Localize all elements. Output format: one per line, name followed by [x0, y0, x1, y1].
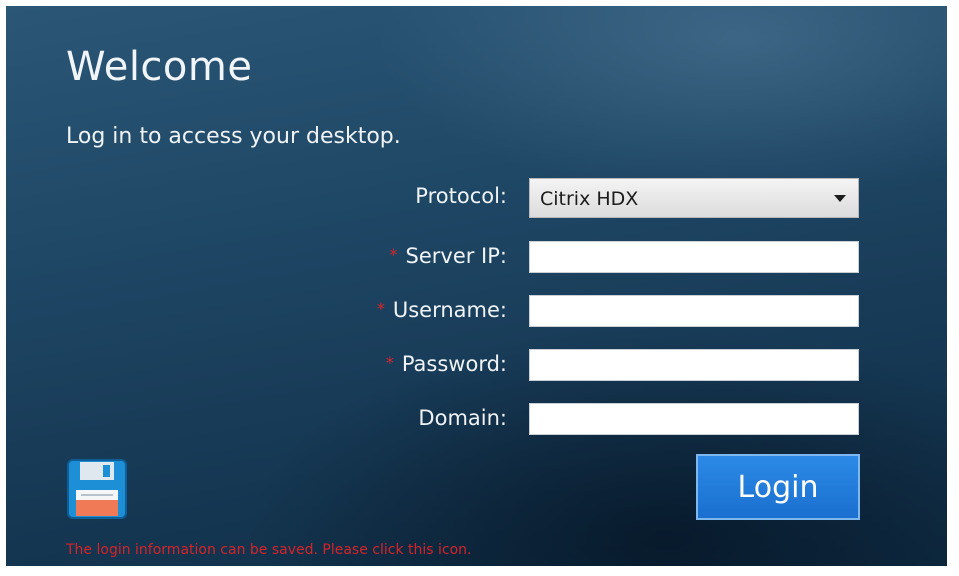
username-label-text: Username:	[392, 298, 507, 322]
login-button[interactable]: Login	[696, 454, 860, 520]
chevron-down-icon[interactable]	[834, 195, 846, 202]
required-marker: *	[389, 245, 398, 264]
protocol-label-text: Protocol:	[415, 184, 507, 208]
server-ip-label-text: Server IP:	[405, 244, 507, 268]
username-input[interactable]	[529, 295, 859, 327]
floppy-disk-icon[interactable]	[66, 458, 128, 520]
required-marker: *	[376, 299, 385, 318]
protocol-select[interactable]: Citrix HDX	[529, 178, 859, 218]
password-label-text: Password:	[401, 352, 507, 376]
password-label: * Password:	[386, 352, 507, 376]
domain-label: Domain:	[418, 406, 507, 430]
domain-label-text: Domain:	[418, 406, 507, 430]
required-marker: *	[385, 353, 394, 372]
server-ip-input[interactable]	[529, 241, 859, 273]
page-title: Welcome	[66, 44, 253, 90]
password-input[interactable]	[529, 349, 859, 381]
username-label: * Username:	[377, 298, 507, 322]
save-hint-text: The login information can be saved. Plea…	[66, 542, 472, 558]
domain-input[interactable]	[529, 403, 859, 435]
protocol-label: Protocol:	[415, 184, 507, 208]
login-panel: Welcome Log in to access your desktop. P…	[6, 6, 947, 566]
server-ip-label: * Server IP:	[390, 244, 507, 268]
page-subtitle: Log in to access your desktop.	[66, 124, 401, 149]
protocol-selected-value: Citrix HDX	[540, 188, 639, 210]
